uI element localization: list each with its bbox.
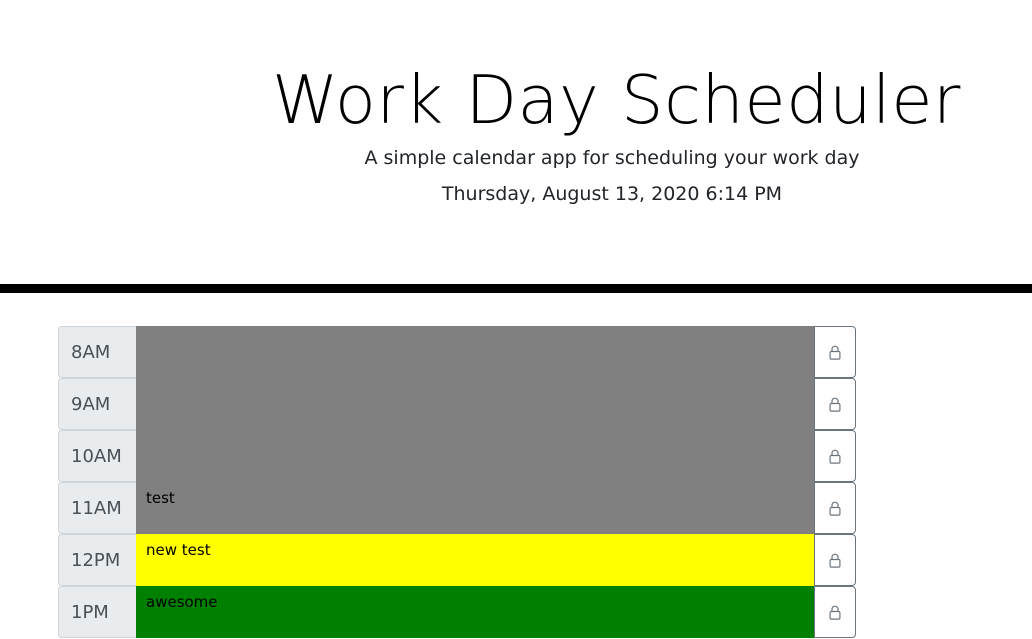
hour-label: 9AM bbox=[58, 378, 136, 430]
schedule-container: 8AM 9AM 10AM 11AM test 12PM new test 1PM bbox=[58, 326, 856, 638]
save-button[interactable] bbox=[814, 586, 856, 638]
event-description[interactable]: new test bbox=[136, 534, 814, 586]
event-description[interactable] bbox=[136, 378, 814, 430]
event-description[interactable]: test bbox=[136, 482, 814, 534]
lock-icon bbox=[829, 449, 841, 464]
time-block: 9AM bbox=[58, 378, 856, 430]
page-subtitle: A simple calendar app for scheduling you… bbox=[364, 147, 860, 169]
hour-label: 1PM bbox=[58, 586, 136, 638]
save-button[interactable] bbox=[814, 430, 856, 482]
event-description[interactable] bbox=[136, 326, 814, 378]
lock-icon bbox=[829, 605, 841, 620]
time-block: 12PM new test bbox=[58, 534, 856, 586]
save-button[interactable] bbox=[814, 482, 856, 534]
save-button[interactable] bbox=[814, 378, 856, 430]
current-day: Thursday, August 13, 2020 6:14 PM bbox=[441, 183, 783, 205]
time-block: 10AM bbox=[58, 430, 856, 482]
hour-label: 8AM bbox=[58, 326, 136, 378]
lock-icon bbox=[829, 397, 841, 412]
hour-label: 11AM bbox=[58, 482, 136, 534]
hour-label: 10AM bbox=[58, 430, 136, 482]
save-button[interactable] bbox=[814, 326, 856, 378]
lock-icon bbox=[829, 553, 841, 568]
lock-icon bbox=[829, 345, 841, 360]
save-button[interactable] bbox=[814, 534, 856, 586]
header: Work Day Scheduler A simple calendar app… bbox=[0, 0, 1032, 293]
page-title: Work Day Scheduler bbox=[272, 61, 961, 139]
event-description[interactable]: awesome bbox=[136, 586, 814, 638]
event-description[interactable] bbox=[136, 430, 814, 482]
time-block: 11AM test bbox=[58, 482, 856, 534]
time-block: 8AM bbox=[58, 326, 856, 378]
time-block: 1PM awesome bbox=[58, 586, 856, 638]
hour-label: 12PM bbox=[58, 534, 136, 586]
lock-icon bbox=[829, 501, 841, 516]
